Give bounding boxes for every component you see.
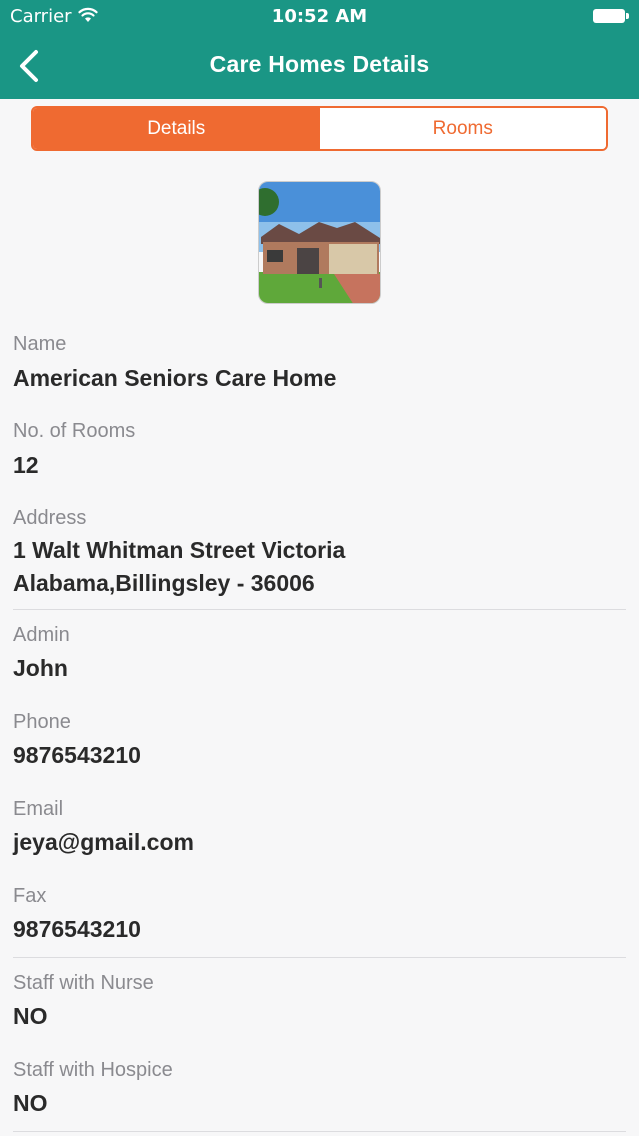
email-value: jeya@gmail.com xyxy=(13,829,194,855)
nurse-label: Staff with Nurse xyxy=(13,972,154,994)
navigation-header: Carrier 10:52 AM Care Homes Details xyxy=(0,0,639,99)
divider xyxy=(13,609,626,610)
fax-value: 9876543210 xyxy=(13,916,141,942)
address-line-1: 1 Walt Whitman Street Victoria xyxy=(13,537,346,563)
nurse-value: NO xyxy=(13,1003,48,1029)
status-time: 10:52 AM xyxy=(271,6,368,27)
status-bar: Carrier 10:52 AM xyxy=(0,0,639,32)
page-title: Care Homes Details xyxy=(209,51,430,77)
tab-details[interactable]: Details xyxy=(33,108,320,149)
name-value: American Seniors Care Home xyxy=(13,365,337,391)
hospice-value: NO xyxy=(13,1090,48,1116)
battery-icon xyxy=(593,9,629,23)
email-label: Email xyxy=(13,798,64,820)
name-label: Name xyxy=(13,333,67,355)
rooms-label: No. of Rooms xyxy=(13,420,136,442)
phone-label: Phone xyxy=(13,711,71,733)
phone-value: 9876543210 xyxy=(13,742,141,768)
divider xyxy=(13,1131,626,1132)
address-label: Address xyxy=(13,507,87,529)
segmented-control: Details Rooms xyxy=(31,106,608,151)
divider xyxy=(13,957,626,958)
admin-value: John xyxy=(13,655,68,681)
fax-label: Fax xyxy=(13,885,47,907)
address-line-2: Alabama,Billingsley - 36006 xyxy=(13,570,315,596)
hospice-label: Staff with Hospice xyxy=(13,1059,173,1081)
tab-rooms[interactable]: Rooms xyxy=(319,108,606,149)
rooms-value: 12 xyxy=(13,452,39,478)
admin-label: Admin xyxy=(13,624,70,646)
care-home-photo xyxy=(258,181,381,304)
